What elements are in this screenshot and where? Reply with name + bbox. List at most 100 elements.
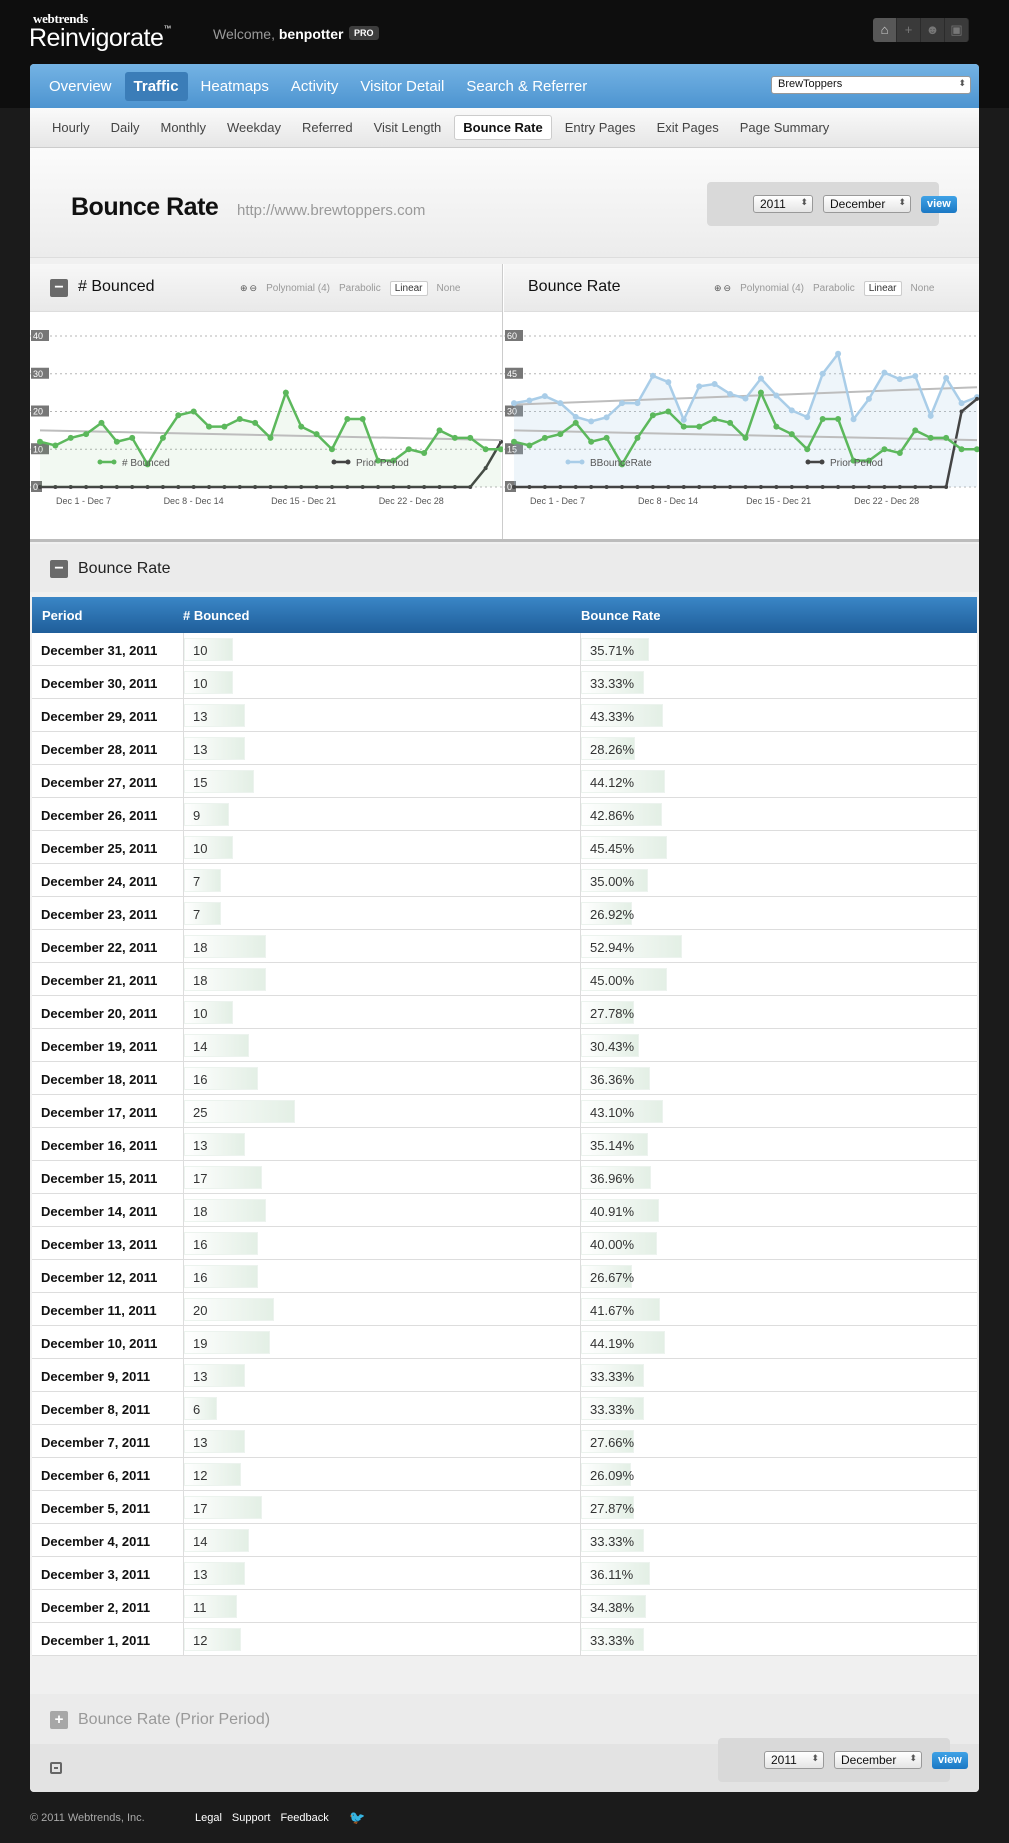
rate-value: 27.78% [590,1006,635,1021]
subnav-hourly[interactable]: Hourly [44,116,98,139]
fit-parabolic[interactable]: Parabolic [339,283,381,294]
fit-none[interactable]: None [437,283,461,294]
nav-heatmaps[interactable]: Heatmaps [192,72,278,101]
collapse-icon[interactable]: − [50,560,68,578]
cell-period: December 3, 2011 [41,1567,151,1582]
subnav-daily[interactable]: Daily [103,116,148,139]
table-row: December 28, 2011 13 28.26% [32,732,977,765]
cell-bounced: 13 [183,1557,580,1589]
data-point [620,485,625,489]
data-point [558,485,563,489]
bounced-chart-header: − # Bounced ⊕ ⊖ Polynomial (4) Parabolic… [30,264,502,312]
bounced-bar [184,902,221,925]
data-point [788,407,795,414]
data-point [928,485,933,489]
nav-overview[interactable]: Overview [40,72,121,101]
rate-chart-header: Bounce Rate ⊕ ⊖ Polynomial (4) Parabolic… [504,264,979,312]
bounced-value: 17 [193,1171,208,1186]
data-point [958,446,965,453]
cell-period: December 19, 2011 [41,1039,158,1054]
subnav-page-summary[interactable]: Page Summary [732,116,838,139]
collapse-icon[interactable]: − [50,279,68,297]
subnav-exit-pages[interactable]: Exit Pages [649,116,727,139]
archive-icon[interactable] [50,1762,62,1774]
bounced-chart-panel: − # Bounced ⊕ ⊖ Polynomial (4) Parabolic… [30,264,503,539]
username: benpotter [278,26,344,42]
col-bounced[interactable]: # Bounced [183,608,249,623]
cell-bounced: 16 [183,1062,580,1094]
legend-marker [331,459,337,465]
cell-period: December 13, 2011 [41,1237,158,1252]
rate-value: 35.71% [590,643,635,658]
y-tick-label: 60 [507,331,517,341]
cell-period: December 16, 2011 [41,1138,158,1153]
data-point [758,485,763,489]
cell-bounced: 13 [183,732,580,764]
footer-support[interactable]: Support [232,1812,271,1824]
bounced-value: 13 [193,709,208,724]
footer-feedback[interactable]: Feedback [280,1812,328,1824]
data-point [819,416,826,423]
view-button[interactable]: view [932,1752,968,1769]
fit-polynomial[interactable]: Polynomial (4) [266,283,330,294]
nav-traffic[interactable]: Traffic [124,71,188,101]
col-bounce-rate[interactable]: Bounce Rate [581,608,660,623]
site-select[interactable]: BrewToppers [771,76,971,94]
zoom-out-icon[interactable]: ⊖ [250,283,258,294]
data-point [557,400,564,407]
cell-rate: 43.33% [580,699,977,731]
nav-search-referrer[interactable]: Search & Referrer [457,72,596,101]
data-point [541,434,548,441]
brand-tm: ™ [163,24,171,33]
cell-period: December 9, 2011 [41,1369,151,1384]
subnav-referred[interactable]: Referred [294,116,361,139]
subnav-weekday[interactable]: Weekday [219,116,289,139]
lock-icon[interactable]: ▣ [945,18,969,42]
twitter-icon[interactable]: 🐦 [349,1810,365,1826]
cell-period: December 8, 2011 [41,1402,151,1417]
footer-legal[interactable]: Legal [195,1812,222,1824]
nav-visitor-detail[interactable]: Visitor Detail [351,72,453,101]
fit-linear[interactable]: Linear [389,281,428,296]
data-point [896,376,903,383]
fit-parabolic[interactable]: Parabolic [813,283,855,294]
bounced-bar [184,1595,238,1618]
fit-linear[interactable]: Linear [863,281,902,296]
zoom-in-icon[interactable]: ⊕ [240,283,248,294]
rate-chart-title: Bounce Rate [528,278,621,295]
data-point [665,408,672,415]
year-select[interactable]: 2011 [764,1751,824,1769]
data-point [206,423,213,430]
data-point [666,485,671,489]
subnav-bounce-rate[interactable]: Bounce Rate [454,115,552,140]
zoom-in-icon[interactable]: ⊕ [714,283,722,294]
subnav-entry-pages[interactable]: Entry Pages [557,116,644,139]
users-icon[interactable]: ☻ [921,18,945,42]
subnav-visit-length[interactable]: Visit Length [366,116,450,139]
data-point [328,446,335,453]
cell-rate: 26.09% [580,1458,977,1490]
data-point [836,485,841,489]
data-point [912,427,919,434]
data-point [588,418,595,425]
zoom-out-icon[interactable]: ⊖ [724,283,732,294]
home-icon[interactable]: ⌂ [873,18,897,42]
year-select[interactable]: 2011 [753,195,813,213]
nav-activity[interactable]: Activity [282,72,348,101]
expand-icon[interactable]: + [50,1711,68,1729]
fit-polynomial[interactable]: Polynomial (4) [740,283,804,294]
subnav-monthly[interactable]: Monthly [152,116,214,139]
col-period[interactable]: Period [42,608,82,623]
view-button[interactable]: view [921,196,957,213]
rate-chart-panel: Bounce Rate ⊕ ⊖ Polynomial (4) Parabolic… [504,264,979,539]
brand-logo[interactable]: Reinvigorate™ [29,24,171,53]
data-point [267,434,274,441]
month-select[interactable]: December [823,195,911,213]
plus-icon[interactable]: + [897,18,921,42]
prior-section-title[interactable]: Bounce Rate (Prior Period) [78,1711,270,1729]
bounced-value: 14 [193,1039,208,1054]
cell-period: December 29, 2011 [41,709,158,724]
fit-none[interactable]: None [911,283,935,294]
month-select[interactable]: December [834,1751,922,1769]
data-point [896,450,903,457]
